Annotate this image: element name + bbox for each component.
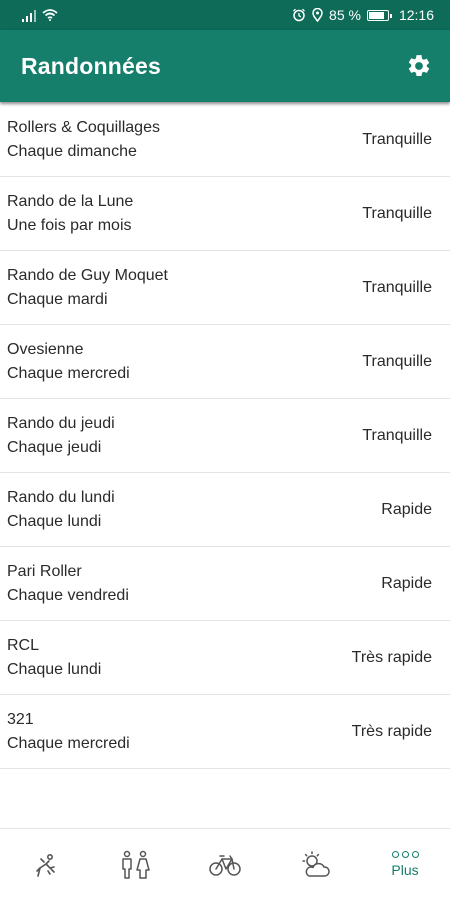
ride-pace: Tranquille (362, 130, 432, 148)
ride-schedule: Chaque lundi (7, 512, 102, 530)
ride-name: Rando du jeudi (7, 414, 115, 432)
ride-list: Rollers & Coquillages Chaque dimanche Tr… (0, 103, 450, 769)
list-item[interactable]: Rando du jeudi Chaque jeudi Tranquille (0, 399, 450, 473)
list-item[interactable]: 321 Chaque mercredi Très rapide (0, 695, 450, 769)
list-item[interactable]: RCL Chaque lundi Très rapide (0, 621, 450, 695)
list-item[interactable]: Rando du lundi Chaque lundi Rapide (0, 473, 450, 547)
ride-name: RCL (7, 636, 40, 654)
ride-name: Ovesienne (7, 340, 84, 358)
ride-text: Rando de Guy Moquet Chaque mardi (7, 267, 168, 309)
ride-schedule: Chaque vendredi (7, 586, 129, 604)
ride-text: Pari Roller Chaque vendredi (7, 563, 129, 605)
list-item[interactable]: Pari Roller Chaque vendredi Rapide (0, 547, 450, 621)
ride-text: Rollers & Coquillages Chaque dimanche (7, 119, 160, 161)
skater-icon (36, 853, 55, 877)
ride-text: Rando de la Lune Une fois par mois (7, 193, 133, 235)
ride-text: Rando du jeudi Chaque jeudi (7, 415, 115, 457)
ride-pace: Tranquille (362, 204, 432, 222)
nav-label-more: Plus (391, 862, 419, 878)
nav-item-more[interactable]: Plus (360, 829, 450, 900)
weather-icon (302, 850, 330, 877)
ride-pace: Tranquille (362, 352, 432, 370)
alarm-icon (293, 8, 305, 22)
nav-item-weather[interactable] (270, 829, 360, 900)
ride-text: RCL Chaque lundi (7, 637, 101, 679)
page-title: Randonnées (21, 52, 162, 79)
list-item[interactable]: Rando de la Lune Une fois par mois Tranq… (0, 177, 450, 251)
ride-pace: Rapide (381, 574, 432, 592)
status-left (22, 9, 58, 22)
ride-pace: Très rapide (351, 722, 432, 740)
ride-text: Ovesienne Chaque mercredi (7, 341, 130, 383)
signal-icon (22, 9, 36, 22)
ride-pace: Tranquille (362, 278, 432, 296)
ride-pace: Tranquille (362, 426, 432, 444)
ride-name: Rando de Guy Moquet (7, 266, 168, 284)
ride-schedule: Chaque mercredi (7, 364, 130, 382)
nav-item-skating[interactable] (0, 829, 90, 900)
location-icon (312, 8, 323, 22)
bottom-nav: Plus (0, 828, 450, 900)
app-bar: Randonnées (0, 30, 450, 102)
bicycle-icon (209, 854, 241, 876)
more-icon (391, 851, 419, 858)
ride-name: Rando de la Lune (7, 192, 134, 210)
ride-name: Rando du lundi (7, 488, 115, 506)
ride-text: Rando du lundi Chaque lundi (7, 489, 115, 531)
ride-schedule: Chaque dimanche (7, 142, 137, 160)
list-item[interactable]: Rollers & Coquillages Chaque dimanche Tr… (0, 103, 450, 177)
clock: 12:16 (398, 7, 434, 23)
status-right: 85 % 12:16 (292, 7, 434, 23)
nav-item-cycling[interactable] (180, 829, 270, 900)
list-item[interactable]: Rando de Guy Moquet Chaque mardi Tranqui… (0, 251, 450, 325)
ride-name: Pari Roller (7, 562, 82, 580)
nav-item-people[interactable] (90, 829, 180, 900)
ride-schedule: Chaque lundi (7, 660, 102, 678)
gear-icon (408, 55, 430, 76)
ride-schedule: Chaque jeudi (7, 438, 102, 456)
ride-pace: Rapide (381, 500, 432, 518)
list-item[interactable]: Ovesienne Chaque mercredi Tranquille (0, 325, 450, 399)
ride-pace: Très rapide (351, 648, 432, 666)
ride-schedule: Chaque mercredi (7, 734, 130, 752)
ride-schedule: Une fois par mois (7, 216, 132, 234)
wifi-icon (42, 9, 58, 21)
ride-name: 321 (7, 710, 34, 728)
ride-text: 321 Chaque mercredi (7, 711, 130, 753)
status-bar: 85 % 12:16 (0, 0, 450, 30)
battery-percent: 85 % (329, 7, 361, 23)
battery-icon (366, 9, 392, 21)
settings-button[interactable] (404, 51, 434, 81)
people-icon (122, 850, 150, 879)
ride-name: Rollers & Coquillages (7, 118, 160, 136)
ride-schedule: Chaque mardi (7, 290, 108, 308)
